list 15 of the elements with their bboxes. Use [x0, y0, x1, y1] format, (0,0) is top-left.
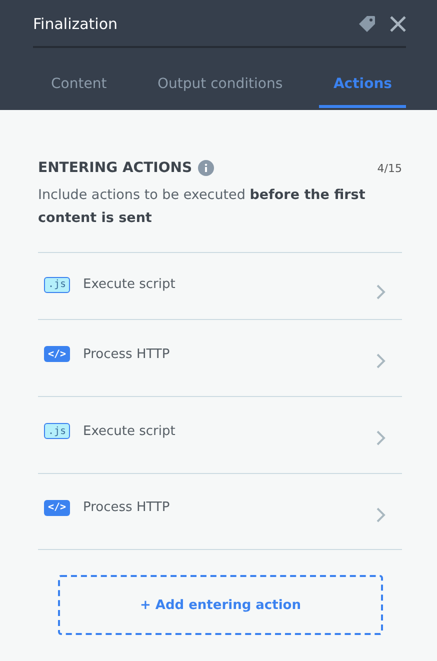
- action-type-badge: .js: [44, 423, 70, 439]
- add-action-button[interactable]: + Add entering action: [58, 575, 383, 635]
- tab[interactable]: Output conditions: [144, 48, 297, 108]
- action-item[interactable]: .js Execute script: [38, 396, 402, 473]
- action-item[interactable]: </> Process HTTP: [38, 319, 402, 396]
- section-title: ENTERING ACTIONS: [38, 160, 192, 176]
- action-item[interactable]: .js Execute script: [38, 252, 402, 319]
- window-title: Finalization: [33, 15, 119, 33]
- tab[interactable]: Content: [37, 48, 121, 108]
- action-type-badge: </>: [44, 346, 70, 362]
- section-description: Include actions to be executed before the first content is sent: [38, 186, 366, 228]
- action-count: 4/15: [377, 162, 402, 174]
- action-type-badge: </>: [44, 500, 70, 516]
- action-item[interactable]: </> Process HTTP: [38, 473, 402, 550]
- action-type-badge: .js: [44, 276, 70, 292]
